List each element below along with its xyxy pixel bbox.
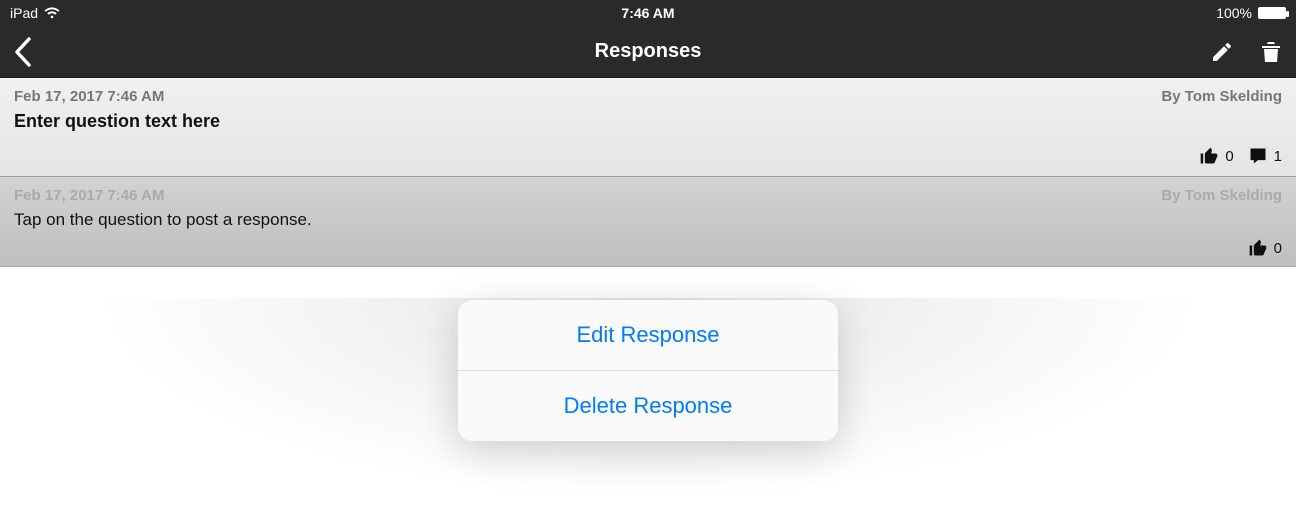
- page-title: Responses: [595, 40, 702, 63]
- edit-response-button[interactable]: Edit Response: [458, 300, 838, 370]
- status-time: 7:46 AM: [621, 5, 674, 21]
- question-byline: By Tom Skelding: [1161, 88, 1282, 105]
- nav-bar: Responses: [0, 26, 1296, 78]
- question-row[interactable]: Feb 17, 2017 7:46 AM By Tom Skelding Ent…: [0, 78, 1296, 177]
- likes-stat[interactable]: 0: [1199, 146, 1233, 166]
- battery-pct: 100%: [1216, 5, 1252, 21]
- comment-icon: [1248, 146, 1268, 166]
- question-title: Enter question text here: [14, 111, 1282, 132]
- comments-stat[interactable]: 1: [1248, 146, 1282, 166]
- thumbs-up-icon: [1248, 238, 1268, 258]
- response-timestamp: Feb 17, 2017 7:46 AM: [14, 187, 164, 204]
- response-likes-count: 0: [1274, 240, 1282, 257]
- response-row[interactable]: Feb 17, 2017 7:46 AM By Tom Skelding Tap…: [0, 177, 1296, 267]
- device-label: iPad: [10, 5, 38, 21]
- wifi-icon: [44, 7, 60, 19]
- back-icon[interactable]: [14, 37, 32, 67]
- edit-icon[interactable]: [1210, 40, 1234, 64]
- thumbs-up-icon: [1199, 146, 1219, 166]
- action-popover: Edit Response Delete Response: [458, 300, 838, 441]
- trash-icon[interactable]: [1260, 40, 1282, 64]
- delete-response-button[interactable]: Delete Response: [458, 370, 838, 441]
- battery-icon: [1258, 7, 1286, 19]
- status-bar: iPad 7:46 AM 100%: [0, 0, 1296, 26]
- response-body: Tap on the question to post a response.: [14, 210, 1282, 230]
- response-byline: By Tom Skelding: [1161, 187, 1282, 204]
- likes-count: 0: [1225, 148, 1233, 165]
- response-likes-stat[interactable]: 0: [1248, 238, 1282, 258]
- comments-count: 1: [1274, 148, 1282, 165]
- question-timestamp: Feb 17, 2017 7:46 AM: [14, 88, 164, 105]
